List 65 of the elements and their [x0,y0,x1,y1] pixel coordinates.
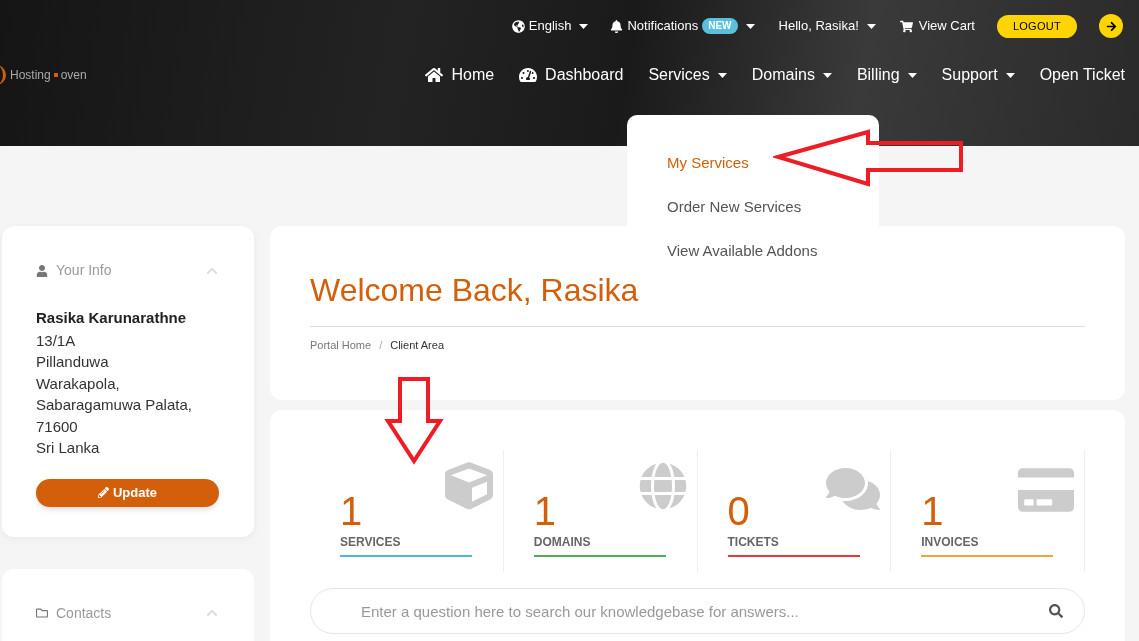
new-badge: NEW [702,18,738,34]
logo-text: Hosting oven [10,67,87,84]
caret-icon [866,23,876,29]
address-line: Sabaragamuwa Palata, [36,395,193,415]
nav-item[interactable]: Open Ticket [1039,63,1125,87]
update-button[interactable]: Update [36,478,219,507]
folder-icon [36,607,48,619]
caret-icon [579,23,589,29]
stat-label: TICKETS [727,534,780,550]
notifications-menu[interactable]: Notifications NEW [610,16,755,36]
address-line: 13/1A [36,330,77,351]
forward-button[interactable] [1099,14,1123,38]
globe-icon [638,462,687,510]
stat-tile[interactable]: 1 SERVICES [310,450,504,572]
home-icon [425,66,444,84]
card-title: Your Info [36,260,112,281]
search-icon[interactable] [1049,604,1063,618]
caret-icon [745,23,755,29]
gauge-icon [519,66,538,84]
bell-icon [610,19,624,33]
stat-count: 1 [533,488,556,534]
caret-icon [717,72,727,78]
caret-icon [822,72,832,78]
dropdown-item[interactable]: My Services [627,141,879,185]
stat-tile[interactable]: 1 INVOICES [891,450,1085,572]
stat-tile[interactable]: 1 DOMAINS [503,450,698,572]
address-line: Pillanduwa [36,352,110,372]
pencil-icon [97,487,109,498]
nav-item[interactable]: Support [941,63,1015,87]
cube-icon [444,462,493,510]
cart-icon [899,19,913,33]
address-line: 71600 [36,416,79,437]
customer-name: Rasika Karunarathne [36,308,188,328]
dropdown-item[interactable]: Order New Services [627,185,879,229]
globe-icon [511,19,525,33]
stat-count: 1 [921,488,944,534]
stat-count: 1 [340,488,363,534]
view-cart-link[interactable]: View Cart [899,16,975,36]
address-line: Sri Lanka [36,438,101,458]
nav-item[interactable]: Dashboard [519,63,624,87]
logo[interactable]: Hosting oven [0,65,87,85]
account-menu[interactable]: Hello, Rasika! [778,16,876,36]
nav-item[interactable]: Billing [856,63,917,87]
stat-tile[interactable]: 0 TICKETS [697,450,892,572]
arrow-right-icon [1105,20,1117,32]
dropdown-item[interactable]: View Available Addons [627,229,879,273]
address-line: Warakapola, [36,373,121,394]
user-icon [36,264,48,277]
language-selector[interactable]: English [511,16,589,36]
caret-icon [1005,72,1015,78]
stat-label: DOMAINS [533,534,592,550]
breadcrumb-item[interactable]: Portal Home [310,337,372,354]
nav-item[interactable]: Home [425,63,495,87]
nav-item[interactable]: Domains [751,63,832,87]
stat-label: INVOICES [921,534,980,550]
caret-icon [907,72,917,78]
breadcrumb-separator: / [379,338,383,353]
stat-count: 0 [727,488,750,534]
breadcrumb-item[interactable]: Client Area [390,337,444,354]
card-title: Contacts [36,602,112,624]
knowledgebase-search-field[interactable]: Enter a question here to search our knowledgebase for answers... [310,588,1085,634]
stat-label: SERVICES [340,534,402,550]
welcome-heading: Welcome Back, Rasika [310,271,640,310]
nav-item[interactable]: Services [648,63,727,87]
logout-button[interactable]: LOGOUT [996,14,1077,38]
